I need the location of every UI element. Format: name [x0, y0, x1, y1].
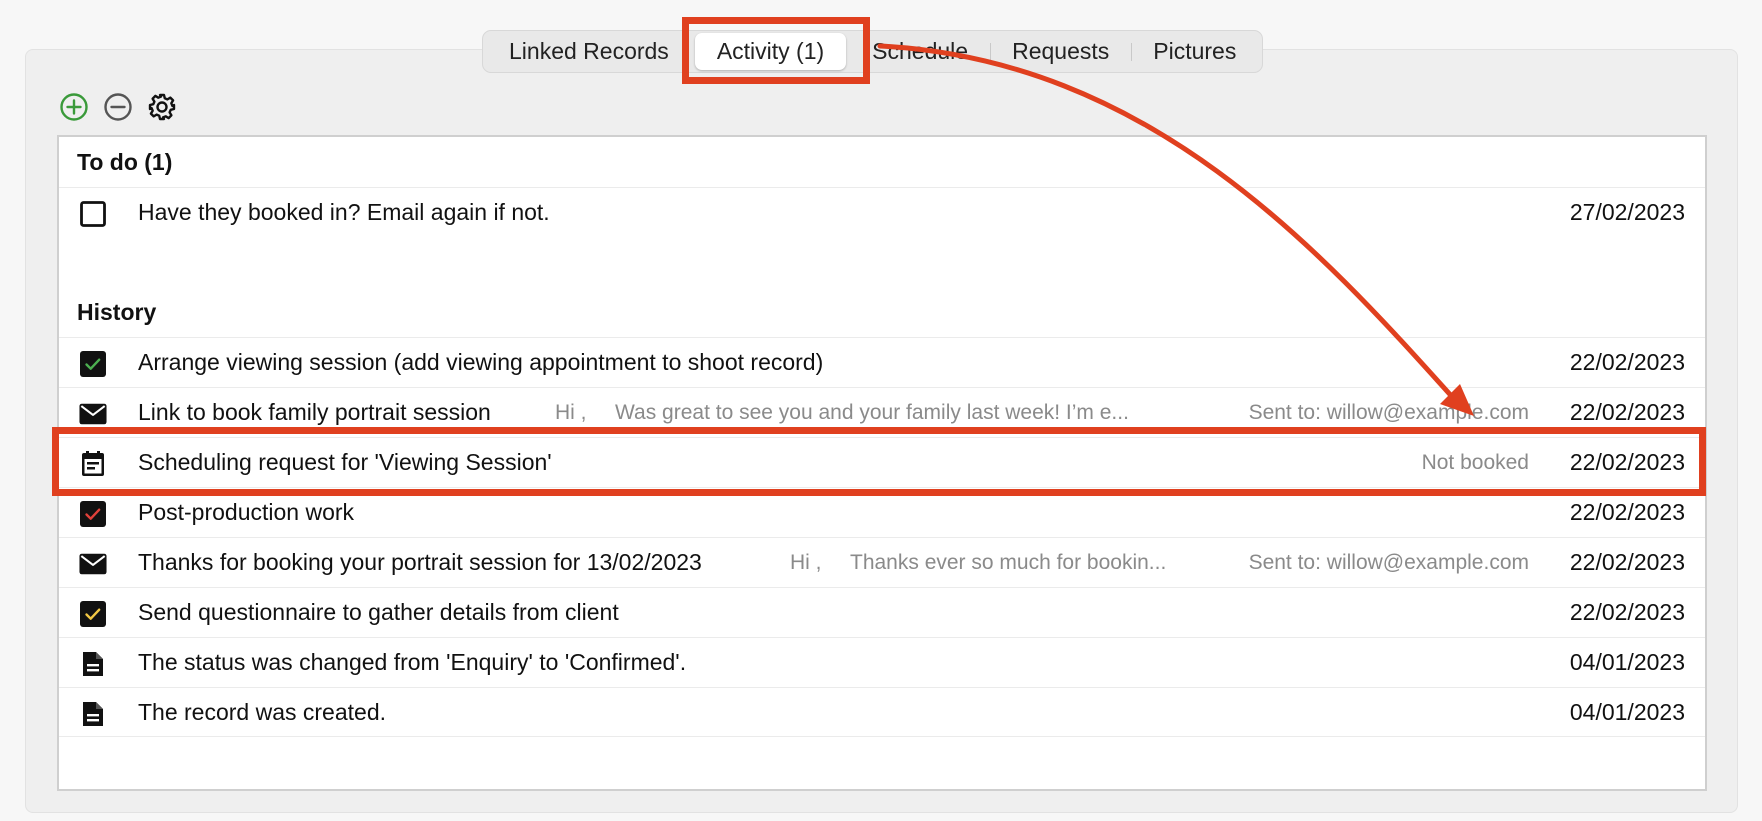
plus-circle-icon[interactable]	[58, 91, 90, 123]
row-date: 22/02/2023	[1569, 399, 1685, 425]
row-date: 22/02/2023	[1569, 449, 1685, 475]
row-date: 04/01/2023	[1569, 649, 1685, 675]
minus-circle-icon[interactable]	[102, 91, 134, 123]
gear-icon[interactable]	[146, 91, 178, 123]
list-item[interactable]: The status was changed from 'Enquiry' to…	[59, 637, 1705, 687]
list-item[interactable]: Scheduling request for 'Viewing Session'…	[59, 437, 1705, 487]
tab-requests[interactable]: Requests	[990, 33, 1131, 70]
tab-schedule[interactable]: Schedule	[850, 33, 990, 70]
activity-list[interactable]: To do (1) Have they booked in? Email aga…	[57, 135, 1707, 791]
envelope-icon	[79, 550, 107, 578]
section-header-todo: To do (1)	[77, 148, 173, 175]
list-item[interactable]: The record was created. 04/01/2023	[59, 687, 1705, 737]
tab-bar: Linked Records Activity (1) Schedule Req…	[482, 30, 1264, 73]
email-preview-text: Was great to see you and your family las…	[615, 400, 1129, 424]
document-icon	[79, 700, 107, 728]
row-date: 22/02/2023	[1569, 599, 1685, 625]
calendar-request-icon	[79, 450, 107, 478]
row-date: 22/02/2023	[1569, 549, 1685, 575]
section-header-history: History	[77, 298, 157, 325]
checkbox-checked-yellow-icon[interactable]	[79, 600, 107, 628]
activity-toolbar	[58, 90, 178, 124]
row-title: Send questionnaire to gather details fro…	[138, 599, 619, 625]
row-title: The record was created.	[138, 698, 387, 725]
tab-pictures[interactable]: Pictures	[1131, 33, 1258, 70]
row-date: 04/01/2023	[1569, 698, 1685, 725]
email-preview-greeting: Hi ,	[555, 400, 587, 424]
row-title: Link to book family portrait session	[138, 399, 491, 425]
envelope-icon	[79, 400, 107, 428]
email-sent-to: Sent to: willow@example.com	[1248, 400, 1529, 424]
tab-activity[interactable]: Activity (1)	[694, 33, 847, 70]
list-item[interactable]: Send questionnaire to gather details fro…	[59, 587, 1705, 637]
row-title: Thanks for booking your portrait session…	[138, 549, 702, 575]
row-title: Arrange viewing session (add viewing app…	[138, 349, 824, 375]
email-sent-to: Sent to: willow@example.com	[1248, 550, 1529, 574]
email-preview-greeting: Hi ,	[790, 550, 822, 574]
checkbox-checked-green-icon[interactable]	[79, 350, 107, 378]
list-item[interactable]: Thanks for booking your portrait session…	[59, 537, 1705, 587]
email-preview-text: Thanks ever so much for bookin...	[850, 550, 1167, 574]
row-date: 22/02/2023	[1569, 349, 1685, 375]
list-item[interactable]: Link to book family portrait session Hi …	[59, 387, 1705, 437]
checkbox-empty-icon[interactable]	[79, 200, 107, 228]
row-date: 27/02/2023	[1569, 199, 1685, 225]
row-title: The status was changed from 'Enquiry' to…	[138, 649, 687, 675]
checkbox-checked-red-icon[interactable]	[79, 500, 107, 528]
list-item[interactable]: Post-production work 22/02/2023	[59, 487, 1705, 537]
status-badge: Not booked	[1421, 450, 1529, 474]
row-title: Scheduling request for 'Viewing Session'	[138, 449, 552, 475]
document-icon	[79, 650, 107, 678]
list-item[interactable]: Have they booked in? Email again if not.…	[59, 187, 1705, 237]
row-title: Post-production work	[138, 499, 355, 525]
tab-linked-records[interactable]: Linked Records	[487, 33, 691, 70]
row-date: 22/02/2023	[1569, 499, 1685, 525]
list-item[interactable]: Arrange viewing session (add viewing app…	[59, 337, 1705, 387]
row-title: Have they booked in? Email again if not.	[138, 199, 550, 225]
